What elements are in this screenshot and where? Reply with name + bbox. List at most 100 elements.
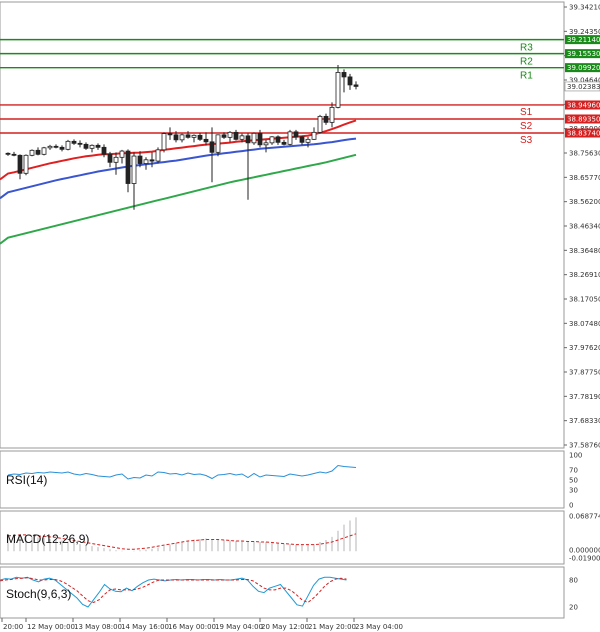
candle-body <box>113 156 119 163</box>
candle-body <box>23 154 29 174</box>
price-tag-label-s3: 38.83740 <box>567 129 600 137</box>
macd-tick-label: 0.068774 <box>569 513 600 521</box>
candle-body <box>311 131 317 140</box>
candle-body <box>239 135 245 140</box>
candle-body <box>317 115 323 133</box>
candle-body <box>11 153 17 156</box>
y-tick-label: 38.26910 <box>569 271 600 279</box>
candle-body <box>269 136 275 144</box>
rsi-label: RSI(14) <box>6 473 47 487</box>
x-tick-label: 13 May 08:00 <box>74 623 122 631</box>
candle-body <box>245 135 251 144</box>
candle-body <box>263 142 269 146</box>
candle-body <box>137 155 143 164</box>
candle-body <box>341 72 347 78</box>
price-tag-label-r1: 39.09920 <box>567 64 600 72</box>
candle-body <box>221 134 227 138</box>
candle-body <box>335 72 341 108</box>
candle-body <box>143 159 149 164</box>
candle-body <box>119 150 125 158</box>
candle-body <box>53 145 59 148</box>
x-tick-label: 16 May 00:00 <box>168 623 216 631</box>
candle-body <box>89 144 95 149</box>
candle-body <box>65 140 71 150</box>
level-name-r3: R3 <box>520 43 533 54</box>
candle-body <box>167 133 173 136</box>
x-tick-label: 23 May 04:00 <box>355 623 403 631</box>
rsi-tick-label: 0 <box>569 502 573 510</box>
x-tick-label: 12 May 00:00 <box>27 623 75 631</box>
candle-body <box>191 134 197 138</box>
candle-body <box>59 146 65 150</box>
candle-body <box>35 149 41 155</box>
y-tick-label: 39.24350 <box>569 28 600 36</box>
candle-body <box>77 142 83 145</box>
candle-body <box>17 154 23 174</box>
price-chart[interactable]: 39.3421039.2435039.1450039.0464038.94790… <box>0 0 600 632</box>
candle-body <box>329 106 335 123</box>
x-tick-label: 21 May 20:00 <box>308 623 356 631</box>
y-tick-label: 38.36480 <box>569 247 600 255</box>
candle-body <box>149 159 155 162</box>
candle-body <box>209 141 215 153</box>
candle-body <box>131 155 137 184</box>
candle-body <box>179 134 185 141</box>
stoch-tick-label: 20 <box>569 604 578 612</box>
candle-body <box>281 141 287 145</box>
candle-body <box>323 115 329 123</box>
candle-body <box>155 149 161 162</box>
candle-body <box>293 131 299 138</box>
y-tick-label: 37.58760 <box>569 442 600 450</box>
price-tag-label-r3: 39.21140 <box>567 36 600 44</box>
candle-body <box>197 134 203 140</box>
price-tag-label-s2: 38.89350 <box>567 115 600 123</box>
y-tick-label: 38.17050 <box>569 296 600 304</box>
candle-body <box>107 153 113 163</box>
candle-body <box>233 131 239 140</box>
candle-body <box>125 150 131 184</box>
candle-body <box>251 132 257 144</box>
candle-body <box>161 133 167 151</box>
candle-body <box>83 143 89 149</box>
y-tick-label: 38.75630 <box>569 150 600 158</box>
y-tick-label: 38.46340 <box>569 223 600 231</box>
y-tick-label: 38.56200 <box>569 198 600 206</box>
candle-body <box>95 144 101 148</box>
level-name-s3: S3 <box>520 135 533 146</box>
y-tick-label: 39.34210 <box>569 4 600 12</box>
candle-body <box>173 134 179 141</box>
stoch-label: Stoch(9,6,3) <box>6 587 71 601</box>
y-tick-label: 37.78190 <box>569 393 600 401</box>
y-tick-label: 37.87750 <box>569 369 600 377</box>
candle-body <box>257 132 263 146</box>
stoch-tick-label: 80 <box>569 577 578 585</box>
rsi-tick-label: 30 <box>569 487 578 495</box>
candle-body <box>353 84 359 87</box>
candle-body <box>185 134 191 138</box>
candle-body <box>215 134 221 153</box>
candle-body <box>71 140 77 144</box>
candle-body <box>41 147 47 155</box>
level-name-r1: R1 <box>520 71 533 82</box>
candle-body <box>305 138 311 143</box>
price-tag-label-r2: 39.15530 <box>567 50 600 58</box>
x-tick-label: 19 May 04:00 <box>215 623 263 631</box>
rsi-tick-label: 100 <box>569 452 582 460</box>
last-price-label: 39.02383 <box>567 83 600 91</box>
candle-body <box>47 145 53 149</box>
candle-body <box>29 149 35 156</box>
y-tick-label: 37.97620 <box>569 344 600 352</box>
x-tick-label: 20 May 12:00 <box>261 623 309 631</box>
level-name-s2: S2 <box>520 121 533 132</box>
candle-body <box>275 136 281 143</box>
candle-body <box>227 131 233 138</box>
y-tick-label: 37.68330 <box>569 417 600 425</box>
candle-body <box>287 131 293 145</box>
level-name-r2: R2 <box>520 57 533 68</box>
rsi-tick-label: 50 <box>569 477 578 485</box>
price-tag-label-s1: 38.94960 <box>567 101 600 109</box>
x-tick-label: 20:00 <box>3 623 23 631</box>
rsi-tick-label: 70 <box>569 467 578 475</box>
y-tick-label: 38.07480 <box>569 320 600 328</box>
candle-body <box>299 136 305 143</box>
